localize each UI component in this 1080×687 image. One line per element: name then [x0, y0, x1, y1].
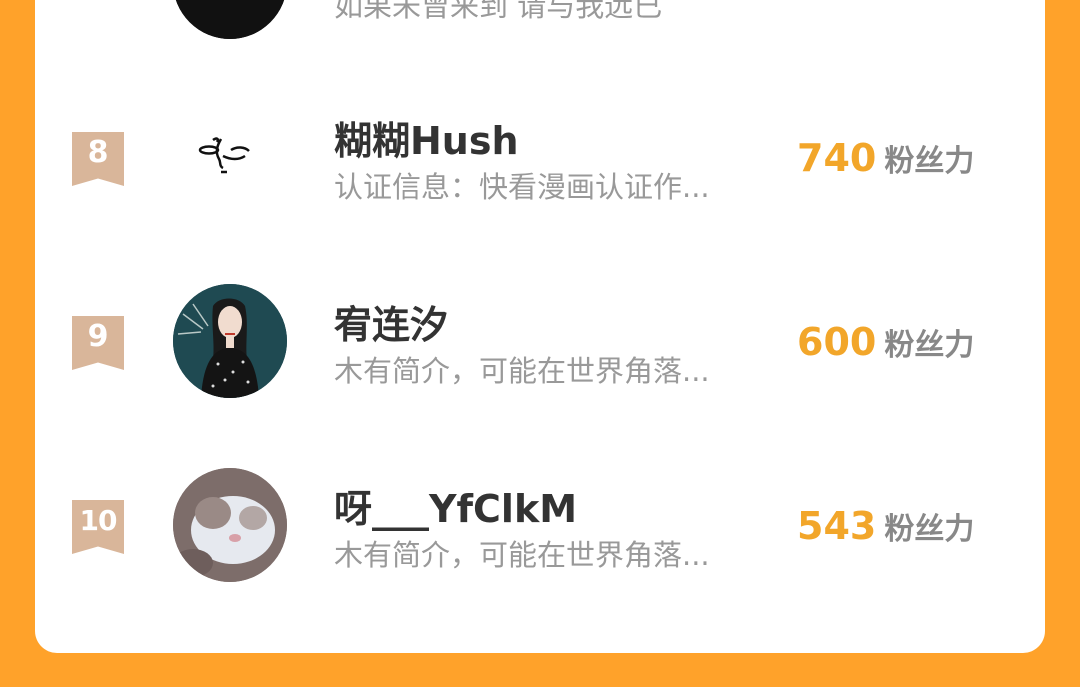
user-description: 如果未曾来到 请与我远已 — [334, 0, 663, 23]
fan-power-score: 740 粉丝力 — [797, 136, 974, 180]
avatar[interactable] — [173, 0, 287, 39]
avatar-image-icon — [173, 0, 287, 39]
avatar[interactable] — [173, 104, 287, 218]
user-name: 糊糊Hush — [334, 119, 519, 163]
user-description: 认证信息：快看漫画认证作... — [334, 170, 710, 204]
list-item[interactable]: 10 呀___YfClkM 木有简介，可能在世界角落... 543 粉丝力 — [35, 460, 1045, 590]
list-item[interactable]: 9 宥连汐 木有简介，可能在世界角落... 600 粉丝力 — [35, 276, 1045, 406]
user-description: 木有简介，可能在世界角落... — [334, 538, 710, 572]
avatar[interactable] — [173, 468, 287, 582]
score-value: 543 — [797, 504, 877, 548]
fan-power-score: 600 粉丝力 — [797, 320, 974, 364]
score-unit: 粉丝力 — [884, 328, 975, 363]
user-description: 木有简介，可能在世界角落... — [334, 354, 710, 388]
hamster-photo-icon — [173, 468, 287, 582]
illustrated-girl-icon — [173, 284, 287, 398]
user-name: 呀___YfClkM — [334, 487, 578, 531]
rank-badge: 8 — [72, 132, 124, 186]
rank-badge: 10 — [72, 500, 124, 554]
score-unit: 粉丝力 — [884, 144, 975, 179]
rank-badge: 9 — [72, 316, 124, 370]
score-unit: 粉丝力 — [884, 512, 975, 547]
line-face-icon — [173, 104, 287, 218]
ranking-card: 如果未曾来到 请与我远已 8 糊糊Hush 认证信息：快看漫画认证作... 74… — [35, 0, 1045, 653]
score-value: 740 — [797, 136, 877, 180]
list-item[interactable]: 8 糊糊Hush 认证信息：快看漫画认证作... 740 粉丝力 — [35, 92, 1045, 222]
score-value: 600 — [797, 320, 877, 364]
fan-power-score: 543 粉丝力 — [797, 504, 974, 548]
user-name: 宥连汐 — [334, 303, 449, 347]
avatar[interactable] — [173, 284, 287, 398]
